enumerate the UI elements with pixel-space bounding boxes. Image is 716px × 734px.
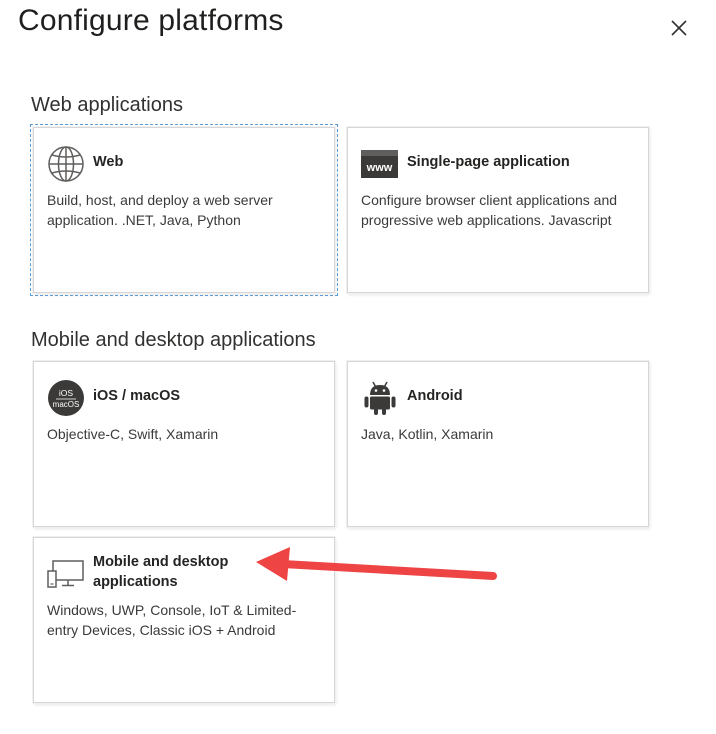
svg-text:www: www: [366, 162, 393, 174]
close-button[interactable]: [664, 12, 696, 44]
card-title-ios-macos: iOS / macOS: [93, 388, 181, 404]
card-description-ios-macos: Objective-C, Swift, Xamarin: [47, 426, 219, 442]
card-description-single-page-application: Configure browser client applications an…: [361, 192, 618, 228]
close-icon: [671, 20, 687, 36]
platform-card-mobile-desktop[interactable]: Mobile and desktop applications Windows,…: [33, 537, 335, 703]
platform-card-web[interactable]: Web Build, host, and deploy a web server…: [30, 124, 338, 296]
platform-card-single-page-application[interactable]: www Single-page application Configure br…: [347, 127, 649, 293]
section-title-web-applications: Web applications: [31, 94, 183, 116]
page-title: Configure platforms: [18, 4, 284, 37]
platform-card-ios-macos[interactable]: iOS macOS iOS / macOS Objective-C, Swift…: [33, 361, 335, 527]
card-title-web: Web: [93, 154, 124, 170]
svg-text:iOS: iOS: [59, 388, 74, 398]
card-title-single-page-application: Single-page application: [407, 154, 570, 170]
section-title-mobile-desktop-applications: Mobile and desktop applications: [31, 329, 316, 351]
android-icon: [361, 379, 399, 417]
card-title-mobile-desktop: Mobile and desktop applications: [93, 554, 229, 590]
card-title-android: Android: [407, 388, 463, 404]
www-icon: www: [361, 150, 399, 188]
desktop-device-icon: [47, 560, 85, 598]
globe-icon: [47, 145, 85, 183]
platform-card-android[interactable]: Android Java, Kotlin, Xamarin: [347, 361, 649, 527]
ios-macos-icon: iOS macOS: [47, 379, 85, 417]
configure-platforms-panel: Configure platforms Web applications Web…: [0, 0, 716, 734]
card-description-android: Java, Kotlin, Xamarin: [361, 426, 494, 442]
card-description-mobile-desktop: Windows, UWP, Console, IoT & Limited-ent…: [47, 602, 297, 638]
svg-text:macOS: macOS: [53, 400, 80, 409]
card-description-web: Build, host, and deploy a web server app…: [47, 192, 273, 228]
